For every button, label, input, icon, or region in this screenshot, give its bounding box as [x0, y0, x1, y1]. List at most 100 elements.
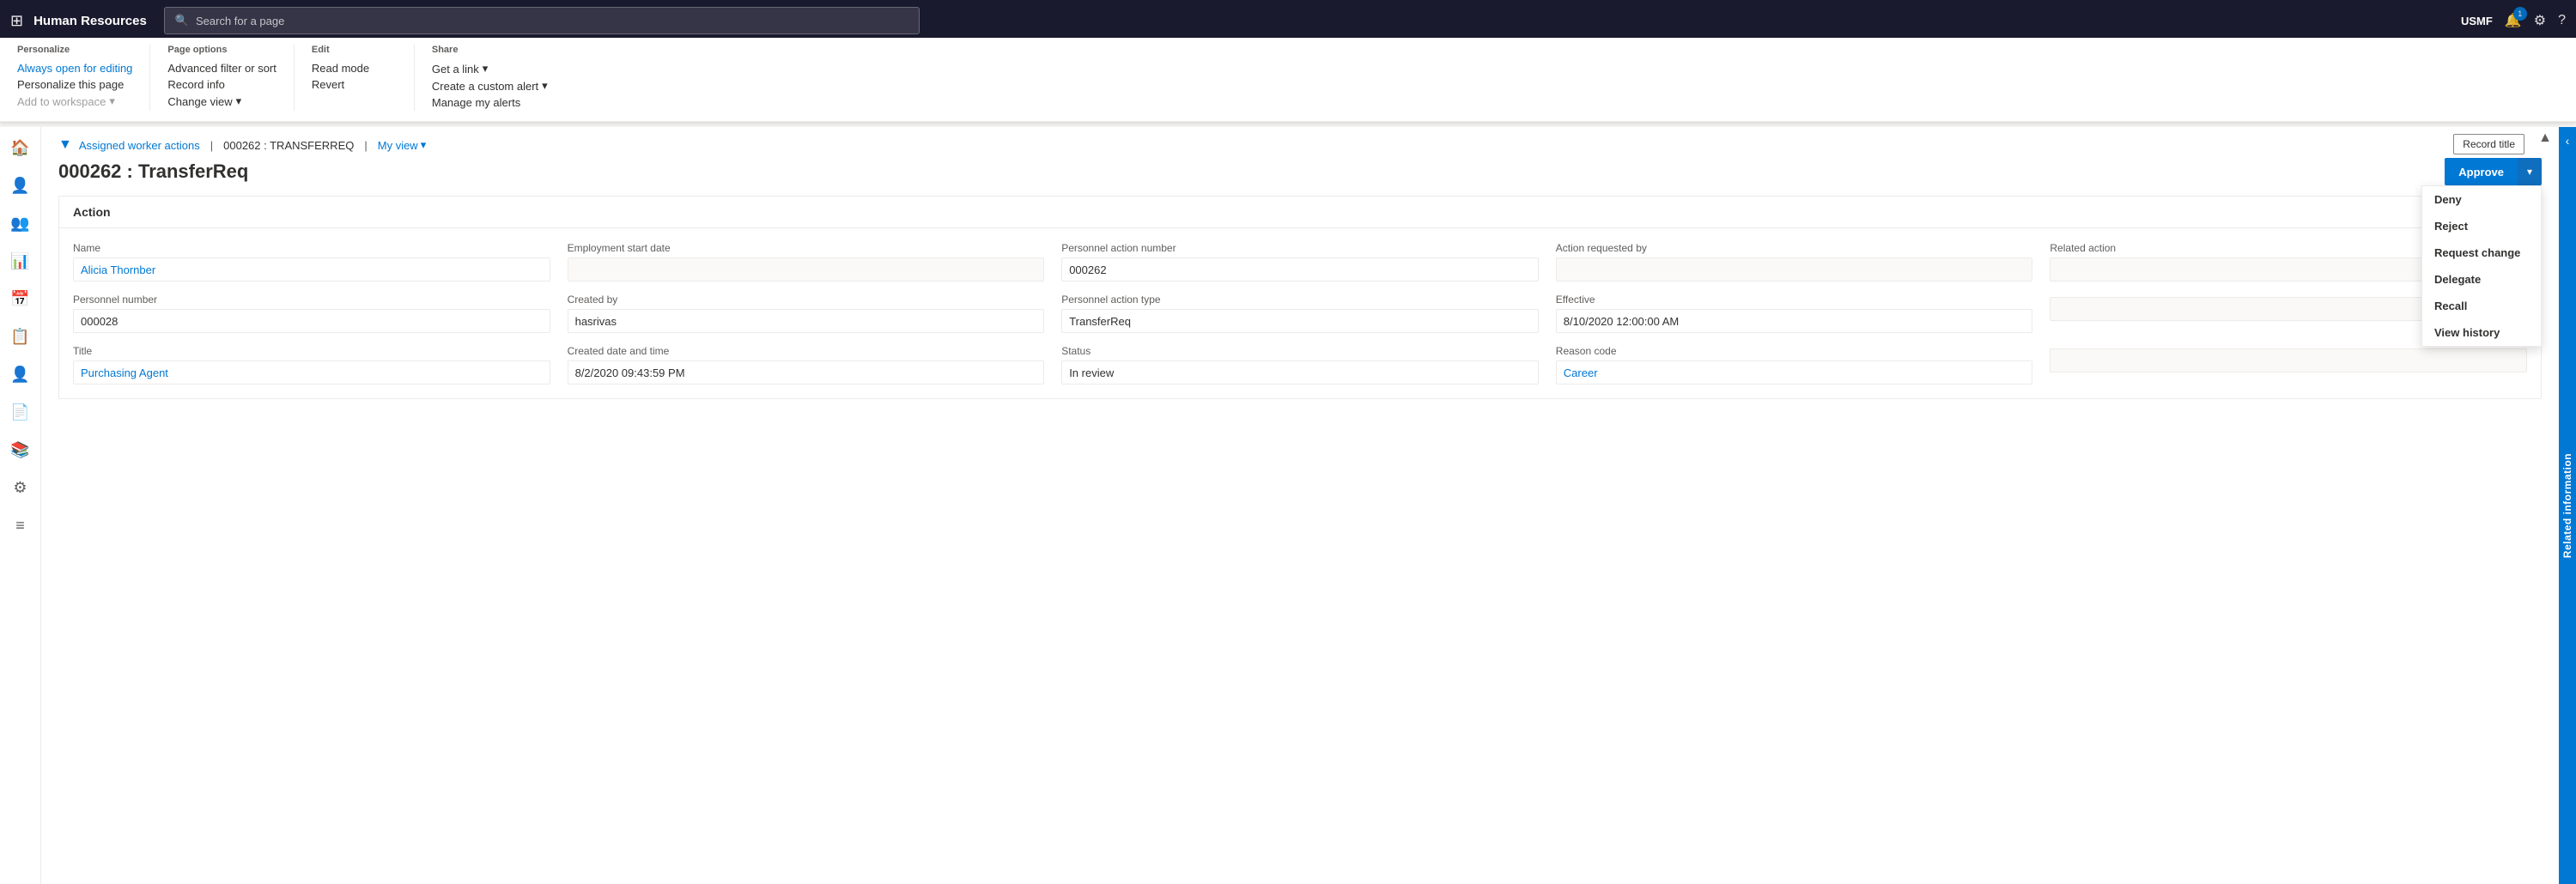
- form-value-13[interactable]: Career: [1556, 360, 2033, 384]
- record-title-badge: Record title: [2453, 134, 2524, 154]
- sidebar-icon-clipboard[interactable]: 📋: [3, 319, 38, 354]
- sidebar-icon-group[interactable]: 👥: [3, 206, 38, 240]
- approve-dropdown-recall[interactable]: Recall: [2422, 293, 2541, 319]
- collapse-ribbon-btn[interactable]: ▲: [2538, 130, 2552, 146]
- sidebar-icon-person[interactable]: 👤: [3, 168, 38, 203]
- ribbon-create-custom-alert[interactable]: Create a custom alert ▾: [432, 77, 548, 94]
- ribbon-add-to-workspace[interactable]: Add to workspace ▾: [17, 93, 132, 110]
- ribbon-record-info[interactable]: Record info: [167, 76, 276, 93]
- filter-icon[interactable]: ▼: [58, 137, 72, 153]
- approve-container: Approve ▾ Deny Reject Request change Del…: [2445, 158, 2542, 185]
- settings-icon[interactable]: ⚙: [2534, 12, 2546, 29]
- search-bar[interactable]: 🔍 Search for a page: [164, 7, 920, 34]
- form-value-10[interactable]: Purchasing Agent: [73, 360, 550, 384]
- form-label-12: Status: [1061, 345, 1539, 357]
- form-label-3: Action requested by: [1556, 242, 2033, 254]
- form-field-12: Status In review: [1061, 345, 1539, 384]
- top-nav: ⊞ Human Resources 🔍 Search for a page US…: [0, 0, 2576, 41]
- top-nav-right: USMF 🔔 1 ⚙ ?: [2461, 12, 2566, 29]
- main-layout: 🏠 👤 👥 📊 📅 📋 👤 📄 📚 ⚙ ≡ ▼ Assigned worker …: [0, 127, 2576, 884]
- form-value-12: In review: [1061, 360, 1539, 384]
- form-field-13: Reason codeCareer: [1556, 345, 2033, 384]
- help-icon[interactable]: ?: [2558, 13, 2566, 28]
- form-value-8: 8/10/2020 12:00:00 AM: [1556, 309, 2033, 333]
- approve-dropdown-delegate[interactable]: Delegate: [2422, 266, 2541, 293]
- sidebar-icon-person-circle[interactable]: 👤: [3, 357, 38, 391]
- form-value-3: [1556, 257, 2033, 282]
- ribbon-change-view[interactable]: Change view ▾: [167, 93, 276, 110]
- notification-icon[interactable]: 🔔 1: [2505, 12, 2522, 29]
- sidebar-icon-calendar[interactable]: 📅: [3, 282, 38, 316]
- form-label-10: Title: [73, 345, 550, 357]
- page-content: ▼ Assigned worker actions | 000262 : TRA…: [41, 127, 2559, 884]
- sidebar-icon-list[interactable]: ≡: [3, 508, 38, 542]
- action-form: Name Alicia Thornber Employment start date…: [59, 228, 2541, 398]
- action-section-title: Action: [73, 205, 111, 219]
- form-value-11: 8/2/2020 09:43:59 PM: [568, 360, 1045, 384]
- action-section-header: Action 8/10/2020 12:0: [59, 197, 2541, 228]
- approve-dropdown-request-change[interactable]: Request change: [2422, 239, 2541, 266]
- approve-dropdown-reject[interactable]: Reject: [2422, 213, 2541, 239]
- ribbon-share-title: Share: [432, 45, 548, 55]
- form-field-1: Employment start date: [568, 242, 1045, 282]
- form-field-0: Name Alicia Thornber: [73, 242, 550, 282]
- form-field-10: Title Purchasing Agent: [73, 345, 550, 384]
- form-value-7: TransferReq: [1061, 309, 1539, 333]
- company-label: USMF: [2461, 15, 2493, 27]
- form-label-8: Effective: [1556, 294, 2033, 306]
- ribbon-manage-my-alerts[interactable]: Manage my alerts: [432, 94, 548, 111]
- sidebar-icon-settings[interactable]: ⚙: [3, 470, 38, 505]
- sidebar-icon-stack[interactable]: 📚: [3, 433, 38, 467]
- form-field-7: Personnel action typeTransferReq: [1061, 294, 1539, 333]
- app-title: Human Resources: [33, 14, 147, 28]
- approve-dropdown-toggle[interactable]: ▾: [2518, 158, 2542, 185]
- form-field-6: Created by hasrivas: [568, 294, 1045, 333]
- page-title: 000262 : TransferReq: [58, 160, 248, 183]
- related-info-panel[interactable]: ‹ Related information: [2559, 127, 2576, 884]
- form-value-2: 000262: [1061, 257, 1539, 282]
- breadcrumb-sep-1: |: [210, 139, 213, 152]
- ribbon-personalize-page[interactable]: Personalize this page: [17, 76, 132, 93]
- form-field-8: Effective 8/10/2020 12:00:00 AM: [1556, 294, 2033, 333]
- page-header: ▼ Assigned worker actions | 000262 : TRA…: [41, 127, 2559, 153]
- notification-badge: 1: [2513, 7, 2527, 21]
- form-field-3: Action requested by: [1556, 242, 2033, 282]
- sidebar: 🏠 👤 👥 📊 📅 📋 👤 📄 📚 ⚙ ≡: [0, 127, 41, 884]
- right-panel-chevron: ‹: [2566, 134, 2570, 148]
- form-label-0: Name: [73, 242, 550, 254]
- search-icon: 🔍: [175, 14, 189, 27]
- approve-dropdown-view-history[interactable]: View history: [2422, 319, 2541, 346]
- ribbon-page-options-title: Page options: [167, 45, 276, 55]
- change-view-chevron: ▾: [236, 94, 242, 108]
- ribbon-edit-group: Edit Read mode Revert: [312, 45, 415, 111]
- action-section: Action 8/10/2020 12:0 Name Alicia Thornbe…: [58, 196, 2542, 399]
- sidebar-icon-chart[interactable]: 📊: [3, 244, 38, 278]
- breadcrumb-assigned-worker-actions[interactable]: Assigned worker actions: [79, 139, 200, 152]
- ribbon-personalize-group: Personalize Always open for editing Pers…: [17, 45, 150, 111]
- search-placeholder: Search for a page: [196, 15, 284, 27]
- form-label-11: Created date and time: [568, 345, 1045, 357]
- ribbon-get-a-link[interactable]: Get a link ▾: [432, 60, 548, 77]
- ribbon-advanced-filter[interactable]: Advanced filter or sort: [167, 60, 276, 76]
- add-workspace-chevron: ▾: [109, 94, 115, 108]
- get-link-chevron: ▾: [483, 62, 489, 76]
- ribbon-revert[interactable]: Revert: [312, 76, 397, 93]
- grid-icon[interactable]: ⊞: [10, 12, 23, 30]
- sidebar-icon-home[interactable]: 🏠: [3, 130, 38, 165]
- ribbon-page-options-group: Page options Advanced filter or sort Rec…: [167, 45, 294, 111]
- ribbon-always-open[interactable]: Always open for editing: [17, 60, 132, 76]
- custom-alert-chevron: ▾: [542, 79, 548, 93]
- form-value-0[interactable]: Alicia Thornber: [73, 257, 550, 282]
- view-selector[interactable]: My view ▾: [378, 138, 426, 152]
- sidebar-icon-document[interactable]: 📄: [3, 395, 38, 429]
- page-title-row: 000262 : TransferReq Approve ▾ Deny Reje…: [41, 153, 2559, 196]
- breadcrumb-sep-2: |: [364, 139, 367, 152]
- approve-button[interactable]: Approve: [2445, 158, 2518, 185]
- ribbon-read-mode[interactable]: Read mode: [312, 60, 397, 76]
- ribbon-share-group: Share Get a link ▾ Create a custom alert…: [432, 45, 565, 111]
- form-value-6: hasrivas: [568, 309, 1045, 333]
- breadcrumb-record-id: 000262 : TRANSFERREQ: [223, 139, 354, 152]
- form-label-6: Created by: [568, 294, 1045, 306]
- ribbon-personalize-title: Personalize: [17, 45, 132, 55]
- approve-dropdown-deny[interactable]: Deny: [2422, 186, 2541, 213]
